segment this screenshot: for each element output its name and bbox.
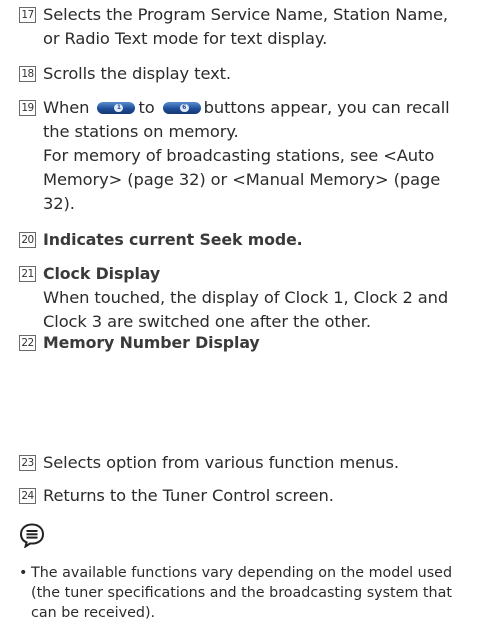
preset-button-icon: 1 xyxy=(97,102,136,114)
item-20: 20 Indicates current Seek mode. xyxy=(19,228,475,252)
item-number: 19 xyxy=(19,100,36,116)
note-bullet: • The available functions vary depending… xyxy=(19,563,475,623)
item-number: 20 xyxy=(19,232,36,248)
bullet-dot: • xyxy=(19,565,28,581)
note-line: The available functions vary depending o… xyxy=(31,565,453,581)
item-19: 19 When 1 to 6 buttons appear, you can rec… xyxy=(19,96,475,216)
item-22: 22 Memory Number Display xyxy=(19,331,475,355)
item-line: Selects the Program Service Name, Statio… xyxy=(43,5,448,24)
preset-button-icon: 6 xyxy=(162,102,201,114)
item-line: or Radio Text mode for text display. xyxy=(43,29,328,48)
item-line: 32). xyxy=(43,194,75,213)
item-number: 23 xyxy=(19,455,36,471)
item-title: Indicates current Seek mode. xyxy=(43,230,303,249)
note-bubble-icon xyxy=(19,523,45,548)
item-17: 17 Selects the Program Service Name, Sta… xyxy=(19,3,475,51)
item-line: Memory> (page 32) or <Manual Memory> (pa… xyxy=(43,170,441,189)
manual-page: 17 Selects the Program Service Name, Sta… xyxy=(0,0,483,626)
item-number: 24 xyxy=(19,488,36,504)
item-23: 23 Selects option from various function … xyxy=(19,451,475,475)
item-24: 24 Returns to the Tuner Control screen. xyxy=(19,484,475,508)
item-line: When 1 to 6 buttons appear, you can recall xyxy=(43,96,475,120)
note-line: (the tuner specifications and the broadc… xyxy=(31,585,452,601)
item-line: Returns to the Tuner Control screen. xyxy=(43,486,334,505)
item-number: 18 xyxy=(19,66,36,82)
item-number: 22 xyxy=(19,335,36,351)
item-21: 21 Clock Display When touched, the displ… xyxy=(19,262,475,334)
preset-number: 6 xyxy=(179,104,189,112)
item-number: 17 xyxy=(19,7,36,23)
item-18: 18 Scrolls the display text. xyxy=(19,62,475,86)
item-title: Memory Number Display xyxy=(43,333,260,352)
item-title: Clock Display xyxy=(43,264,161,283)
item-text: buttons appear, you can recall xyxy=(203,98,450,117)
item-line: the stations on memory. xyxy=(43,122,239,141)
item-line: For memory of broadcasting stations, see… xyxy=(43,146,435,165)
item-number: 21 xyxy=(19,266,36,282)
preset-number: 1 xyxy=(114,104,124,112)
item-line: Scrolls the display text. xyxy=(43,64,231,83)
item-line: When touched, the display of Clock 1, Cl… xyxy=(43,288,449,307)
item-text: When xyxy=(43,98,90,117)
item-text: to xyxy=(138,98,155,117)
note-line: can be received). xyxy=(31,605,156,621)
item-line: Selects option from various function men… xyxy=(43,453,399,472)
